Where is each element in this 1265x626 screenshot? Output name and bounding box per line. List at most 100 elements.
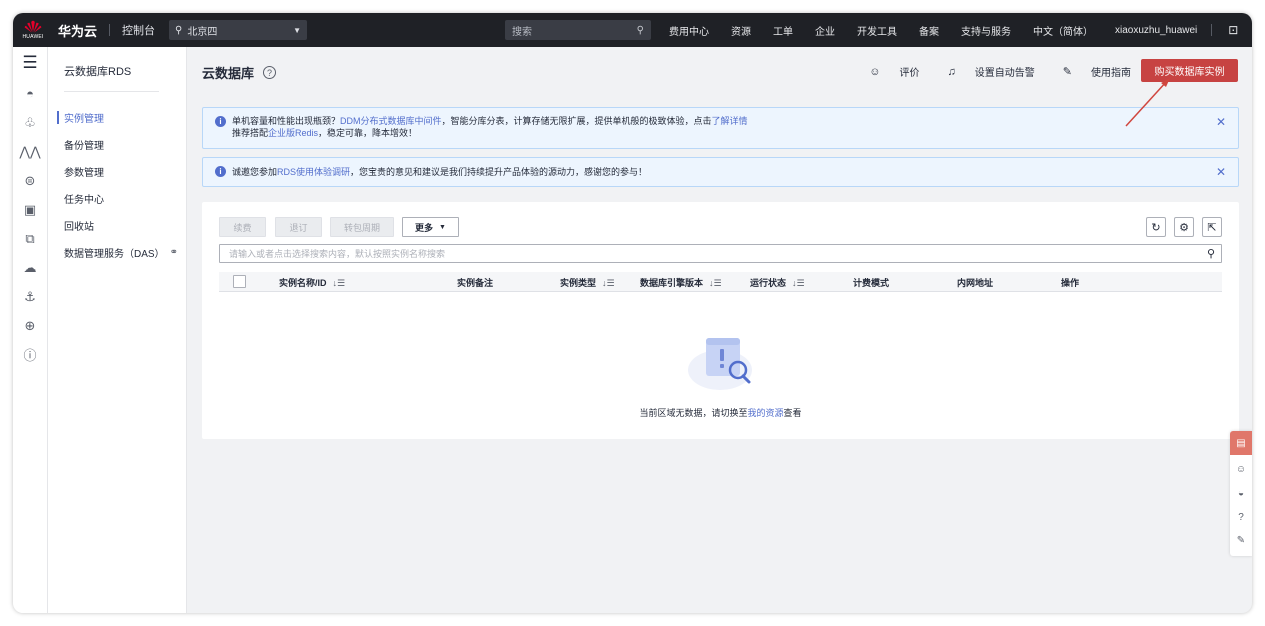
submenu-item-label: 备份管理: [64, 141, 104, 152]
nav-icp[interactable]: 备案: [919, 23, 939, 38]
chat-icon[interactable]: ▤: [1230, 431, 1252, 455]
floating-toolbar: ▤ ☺ ◒ ? ✎: [1230, 431, 1252, 556]
more-dropdown[interactable]: 更多 ▼: [402, 217, 459, 237]
edit-doc-icon: ✎: [1062, 66, 1072, 78]
nav-support[interactable]: 支持与服务: [961, 23, 1011, 38]
search-icon[interactable]: ⚲: [637, 25, 644, 36]
submenu-item-label: 回收站: [64, 222, 94, 233]
notice-text-part: ，稳定可靠，降本增效！: [318, 128, 418, 138]
copy-icon[interactable]: ⧉: [13, 224, 47, 253]
rds-submenu: 云数据库RDS 实例管理 备份管理 参数管理 任务中心 回收站 数据管理服务（D…: [48, 47, 187, 613]
close-icon[interactable]: ✕: [1216, 115, 1226, 129]
help-icon[interactable]: ?: [263, 66, 277, 79]
settings-icon[interactable]: ⚙: [1174, 217, 1194, 237]
notice-survey: i 诚邀您参加RDS使用体验调研，您宝贵的意见和建议是我们持续提升产品体验的源动…: [202, 157, 1239, 187]
to-yearly-button[interactable]: 转包周期: [330, 217, 394, 237]
select-all-checkbox[interactable]: [233, 275, 246, 288]
export-icon[interactable]: ⇱: [1202, 217, 1222, 237]
instance-search-input[interactable]: 请输入或者点击选择搜索内容，默认按照实例名称搜索 ⚲: [219, 244, 1222, 263]
submenu-item-instances[interactable]: 实例管理: [48, 104, 186, 131]
submenu-item-das[interactable]: 数据管理服务（DAS） ⚭: [48, 239, 186, 266]
learn-more-link[interactable]: 了解详情: [712, 116, 748, 126]
help-icon[interactable]: ?: [1230, 512, 1252, 523]
globe-icon[interactable]: ⊕: [13, 311, 47, 340]
my-resources-link[interactable]: 我的资源: [747, 408, 783, 418]
unsubscribe-button[interactable]: 退订: [275, 217, 322, 237]
annotation-arrow: [1125, 78, 1170, 127]
divider: [109, 24, 111, 36]
caret-down-icon: ▼: [439, 223, 446, 231]
column-header[interactable]: 实例名称/ID ↓☰: [279, 276, 345, 289]
search-placeholder: 搜索: [512, 26, 532, 38]
top-nav-links: 费用中心 资源 工单 企业 开发工具 备案 支持与服务 中文（简体） xiaox…: [669, 13, 1252, 47]
nav-tickets[interactable]: 工单: [773, 23, 793, 38]
empty-text: 当前区域无数据，请切换至: [639, 408, 748, 418]
language-selector[interactable]: 中文（简体）: [1033, 23, 1093, 38]
nav-dev-tools[interactable]: 开发工具: [857, 23, 897, 38]
empty-suffix: 查看: [783, 408, 802, 418]
global-search-input[interactable]: 搜索 ⚲: [505, 20, 651, 40]
page-title: 云数据库 ?: [202, 63, 277, 82]
alarm-label: 设置自动告警: [974, 68, 1035, 79]
terminal-icon[interactable]: ⊡: [1228, 23, 1238, 37]
column-header[interactable]: 运行状态 ↓☰: [750, 276, 805, 289]
ddm-link[interactable]: DDM分布式数据库中间件: [340, 116, 442, 126]
redis-link[interactable]: 企业版Redis: [268, 128, 318, 138]
submenu-title: 云数据库RDS: [64, 66, 132, 78]
submenu-item-recycle-bin[interactable]: 回收站: [48, 212, 186, 239]
search-icon[interactable]: ⚲: [1207, 247, 1215, 260]
column-header[interactable]: 数据库引擎版本 ↓☰: [640, 276, 722, 289]
location-pin-icon: ⚲: [175, 24, 183, 36]
ship-icon[interactable]: ⚓: [13, 282, 47, 311]
cloud-icon[interactable]: ☁: [13, 253, 47, 282]
notice-text-part: 推荐搭配: [232, 128, 269, 138]
column-label: 数据库引擎版本: [640, 278, 704, 288]
column-header[interactable]: 实例类型 ↓☰: [560, 276, 615, 289]
cloud-database-icon[interactable]: ◓: [13, 79, 47, 108]
chevron-down-icon: ▼: [293, 25, 302, 35]
notice-ddm: i 单机容量和性能出现瓶颈？DDM分布式数据库中间件，智能分库分表，计算存储无限…: [202, 107, 1239, 149]
search-placeholder: 请输入或者点击选择搜索内容，默认按照实例名称搜索: [229, 249, 446, 259]
feedback-icon[interactable]: ✎: [1230, 535, 1252, 546]
renew-button[interactable]: 续费: [219, 217, 266, 237]
sort-icon[interactable]: ↓☰: [333, 278, 346, 288]
user-guide-button[interactable]: ✎ 使用指南: [1049, 64, 1131, 79]
nav-resources[interactable]: 资源: [731, 23, 751, 38]
notice-text-part: ，您宝贵的意见和建议是我们持续提升产品体验的源动力，感谢您的参与！: [350, 167, 648, 177]
ip-icon[interactable]: ⓘ: [13, 340, 47, 369]
column-label: 运行状态: [750, 278, 787, 288]
brand-name[interactable]: 华为云: [58, 21, 97, 40]
submenu-item-tasks[interactable]: 任务中心: [48, 185, 186, 212]
more-label: 更多: [415, 222, 434, 233]
huawei-logo[interactable]: HUAWEI: [20, 17, 46, 43]
bell-icon: ♫: [947, 65, 956, 78]
username[interactable]: xiaoxuzhu_huawei: [1115, 25, 1197, 36]
submenu-item-label: 数据管理服务（DAS）: [64, 249, 165, 260]
instance-list-card: 续费 退订 转包周期 更多 ▼ ↻ ⚙ ⇱ 请输入或者点击选择搜索内容，默认按照实…: [202, 202, 1239, 439]
sort-icon[interactable]: ↓☰: [792, 278, 805, 288]
nav-enterprise[interactable]: 企业: [815, 23, 835, 38]
sort-icon[interactable]: ↓☰: [709, 278, 722, 288]
storage-icon[interactable]: ⊜: [13, 166, 47, 195]
survey-link[interactable]: RDS使用体验调研: [277, 167, 350, 177]
sort-icon[interactable]: ↓☰: [602, 278, 615, 288]
region-selector[interactable]: ⚲ 北京四 ▼: [169, 20, 308, 40]
document-icon[interactable]: ▣: [13, 195, 47, 224]
close-icon[interactable]: ✕: [1216, 165, 1226, 179]
nav-billing[interactable]: 费用中心: [669, 23, 709, 38]
rate-button[interactable]: ☺ 评价: [855, 64, 919, 80]
notice-text: 单机容量和性能出现瓶颈？DDM分布式数据库中间件，智能分库分表，计算存储无限扩展…: [232, 115, 748, 139]
menu-icon[interactable]: ☰: [13, 47, 47, 79]
refresh-icon[interactable]: ↻: [1146, 217, 1166, 237]
submenu-item-backups[interactable]: 备份管理: [48, 131, 186, 158]
info-icon: i: [215, 116, 226, 127]
monitor-icon[interactable]: ⋀⋀: [13, 137, 47, 166]
auto-alarm-button[interactable]: ♫ 设置自动告警: [934, 64, 1035, 80]
console-link[interactable]: 控制台: [122, 22, 155, 38]
submenu-item-parameters[interactable]: 参数管理: [48, 158, 186, 185]
page-tools: ☺ 评价 ♫ 设置自动告警 ✎ 使用指南: [841, 64, 1131, 80]
network-icon[interactable]: ♧: [13, 108, 47, 137]
smile-icon[interactable]: ☺: [1230, 464, 1252, 475]
service-icon[interactable]: ◒: [1230, 488, 1252, 499]
column-header: 计费模式: [853, 278, 890, 288]
